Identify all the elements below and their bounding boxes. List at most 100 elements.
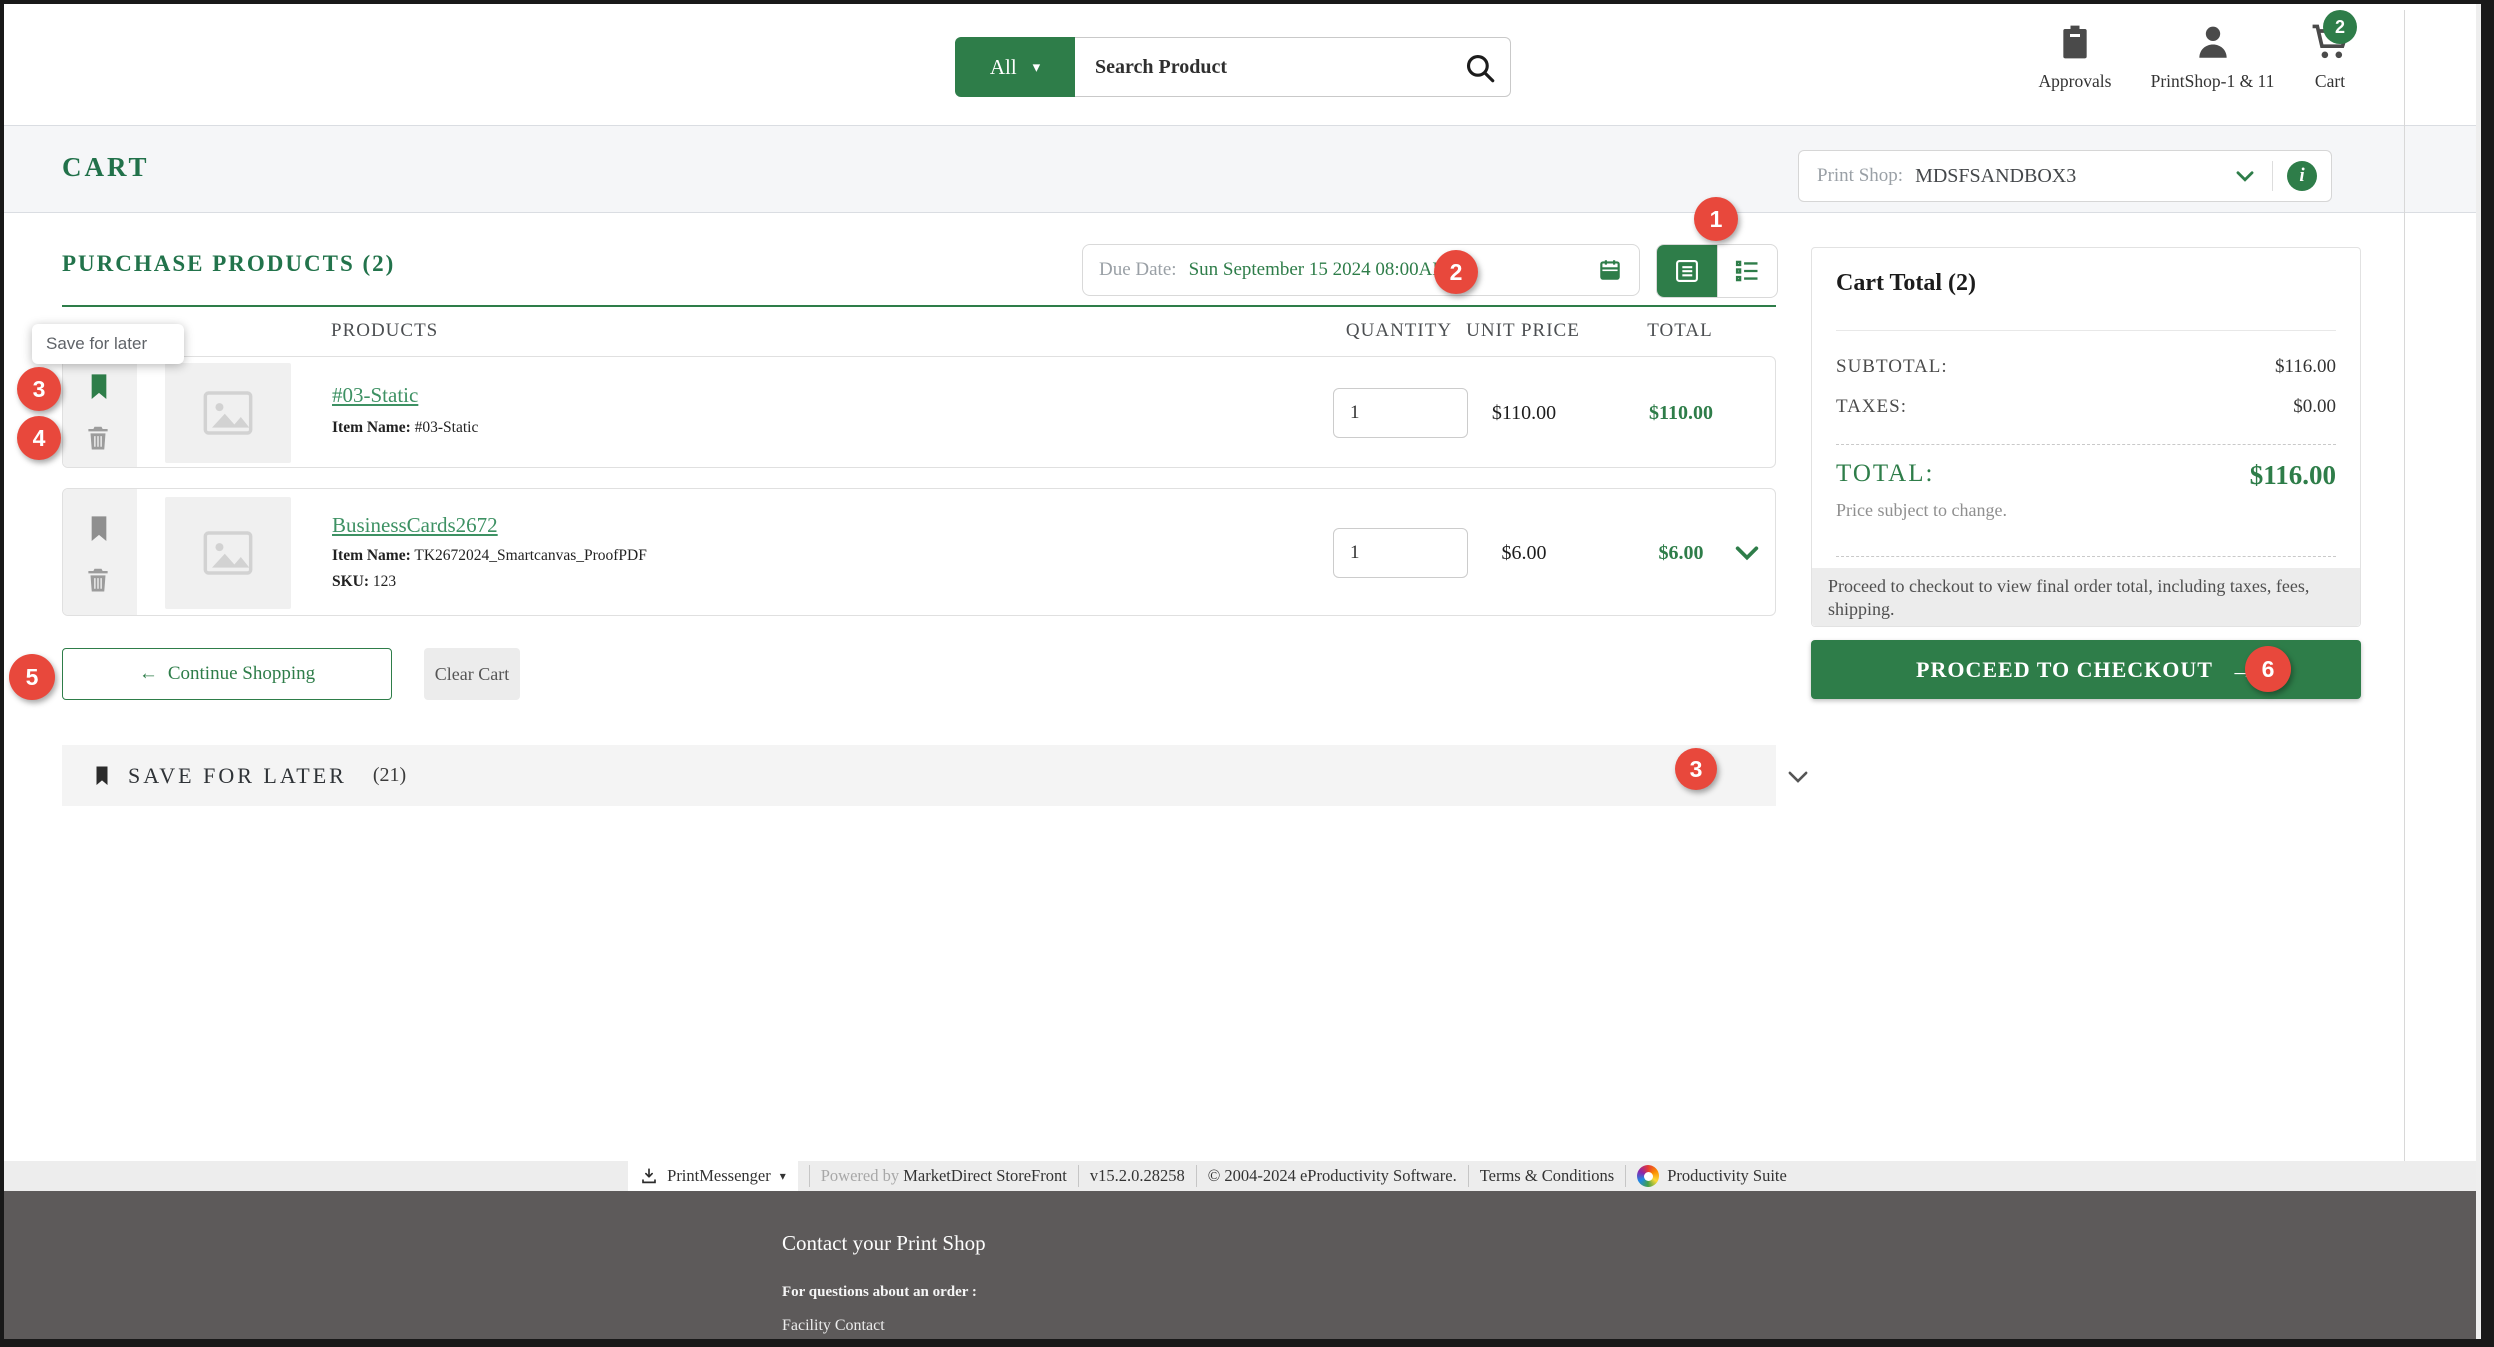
- annotation-badge-4: 4: [17, 416, 61, 460]
- clear-cart-button[interactable]: Clear Cart: [424, 648, 520, 700]
- productivity-suite-label: Productivity Suite: [1667, 1166, 1787, 1186]
- bookmark-icon: [90, 762, 114, 790]
- contact-line2: Facility Contact: [782, 1317, 885, 1335]
- table-top-border: [62, 305, 1776, 307]
- nav-approvals-label: Approvals: [2020, 71, 2130, 92]
- content-edge-divider: [2404, 10, 2405, 1161]
- save-for-later-section[interactable]: SAVE FOR LATER (21): [62, 745, 1776, 806]
- footer-bar: PrintMessenger ▾ Powered by MarketDirect…: [4, 1161, 2481, 1191]
- info-icon[interactable]: i: [2287, 161, 2317, 191]
- list-icon: [1733, 257, 1761, 285]
- vertical-scrollbar[interactable]: [2476, 4, 2481, 1339]
- total-value: $116.00: [2250, 460, 2336, 491]
- quantity-input[interactable]: [1333, 388, 1468, 438]
- simple-view-toggle-button[interactable]: [1717, 245, 1778, 297]
- version-label: v15.2.0.28258: [1090, 1166, 1185, 1186]
- section-title-purchase-products: PURCHASE PRODUCTS (2): [62, 251, 395, 277]
- copyright-label: © 2004-2024 eProductivity Software.: [1208, 1166, 1457, 1186]
- continue-shopping-button[interactable]: ← Continue Shopping: [62, 648, 392, 700]
- delete-item-button[interactable]: [83, 421, 117, 455]
- product-thumbnail: [165, 363, 291, 463]
- divider: [1196, 1165, 1197, 1187]
- subtotal-label: SUBTOTAL:: [1836, 356, 1948, 378]
- product-thumbnail: [165, 497, 291, 609]
- nav-approvals[interactable]: Approvals: [2020, 20, 2130, 92]
- productivity-suite-icon: [1637, 1165, 1659, 1187]
- search-category-dropdown[interactable]: All ▾: [955, 37, 1075, 97]
- sku-value: 123: [373, 573, 396, 590]
- page-title: CART: [62, 152, 150, 183]
- annotation-badge-2: 2: [1434, 250, 1478, 294]
- search-button[interactable]: [1463, 51, 1497, 85]
- column-header-products: PRODUCTS: [331, 320, 438, 342]
- terms-and-conditions-link[interactable]: Terms & Conditions: [1480, 1166, 1615, 1186]
- taxes-label: TAXES:: [1836, 396, 1907, 418]
- view-toggle-group: [1656, 244, 1778, 298]
- item-name-label: Item Name:: [332, 419, 411, 436]
- annotation-badge-3: 3: [17, 367, 61, 411]
- product-link[interactable]: #03-Static: [332, 383, 418, 408]
- divider: [1625, 1165, 1626, 1187]
- taxes-row: TAXES: $0.00: [1836, 396, 2336, 418]
- top-header: All ▾ Approvals PrintShop-1 & 1: [4, 4, 2481, 125]
- cart-item-row: #03-Static Item Name: #03-Static $110.00…: [62, 356, 1776, 468]
- contact-footer: Contact your Print Shop For questions ab…: [4, 1191, 2481, 1339]
- cart-item-row: BusinessCards2672 Item Name: TK2672024_S…: [62, 488, 1776, 616]
- save-for-later-title: SAVE FOR LATER: [128, 763, 347, 789]
- nav-cart[interactable]: 2 Cart: [2298, 20, 2362, 92]
- product-link[interactable]: BusinessCards2672: [332, 513, 498, 538]
- chevron-down-icon[interactable]: [1784, 763, 1812, 791]
- annotation-badge-3b: 3: [1675, 748, 1717, 790]
- save-for-later-count: (21): [373, 764, 406, 787]
- productivity-suite-link[interactable]: Productivity Suite: [1637, 1165, 1787, 1187]
- annotation-badge-1: 1: [1694, 197, 1738, 241]
- search-input[interactable]: [1075, 37, 1511, 97]
- search-icon: [1463, 51, 1497, 85]
- dashed-divider: [1836, 556, 2336, 557]
- detailed-list-icon: [1673, 257, 1701, 285]
- search-category-label: All: [990, 55, 1017, 80]
- footer-items: PrintMessenger ▾ Powered by MarketDirect…: [628, 1161, 1787, 1191]
- item-name-label: Item Name:: [332, 547, 411, 564]
- column-header-unit-price: UNIT PRICE: [1448, 320, 1598, 342]
- quantity-input[interactable]: [1333, 528, 1468, 578]
- divider: [1836, 330, 2336, 331]
- calendar-icon[interactable]: [1597, 257, 1623, 283]
- total-row: TOTAL: $116.00: [1836, 460, 2336, 491]
- print-shop-select[interactable]: Print Shop: MDSFSANDBOX3 i: [1798, 150, 2332, 202]
- cart-count-badge: 2: [2323, 10, 2357, 44]
- proceed-to-checkout-label: PROCEED TO CHECKOUT: [1916, 657, 2213, 683]
- print-shop-label: Print Shop:: [1817, 165, 1903, 187]
- subtotal-row: SUBTOTAL: $116.00: [1836, 356, 2336, 378]
- annotation-badge-6: 6: [2245, 646, 2291, 692]
- print-messenger-label: PrintMessenger: [667, 1166, 771, 1186]
- print-messenger-button[interactable]: PrintMessenger ▾: [628, 1161, 798, 1191]
- nav-account[interactable]: PrintShop-1 & 11: [2130, 20, 2295, 92]
- continue-shopping-label: Continue Shopping: [168, 663, 315, 685]
- expand-row-button[interactable]: [1731, 537, 1763, 569]
- chevron-down-icon: [2232, 163, 2258, 189]
- powered-by-label: Powered by: [821, 1166, 899, 1185]
- save-for-later-tooltip: Save for later: [32, 324, 184, 364]
- bookmark-icon: [83, 369, 117, 405]
- contact-title: Contact your Print Shop: [782, 1231, 986, 1256]
- chevron-down-icon: [1731, 537, 1763, 569]
- trash-icon: [83, 421, 117, 455]
- save-for-later-button[interactable]: [83, 511, 117, 545]
- detailed-view-toggle-button[interactable]: [1657, 245, 1717, 297]
- unit-price-value: $110.00: [1449, 402, 1599, 425]
- user-icon: [2192, 20, 2234, 64]
- caret-down-icon: ▾: [1033, 58, 1041, 77]
- unit-price-value: $6.00: [1449, 542, 1599, 565]
- caret-down-icon: ▾: [780, 1169, 786, 1184]
- delete-item-button[interactable]: [83, 563, 117, 597]
- subtotal-value: $116.00: [2275, 356, 2336, 378]
- annotation-badge-5: 5: [9, 654, 55, 700]
- due-date-label: Due Date:: [1099, 259, 1177, 281]
- trash-icon: [83, 563, 117, 597]
- save-for-later-button[interactable]: [83, 369, 117, 403]
- divider: [1078, 1165, 1079, 1187]
- due-date-field[interactable]: Due Date: Sun September 15 2024 08:00AM: [1082, 244, 1640, 296]
- item-name-value: #03-Static: [415, 419, 479, 436]
- row-action-strip: [63, 489, 137, 615]
